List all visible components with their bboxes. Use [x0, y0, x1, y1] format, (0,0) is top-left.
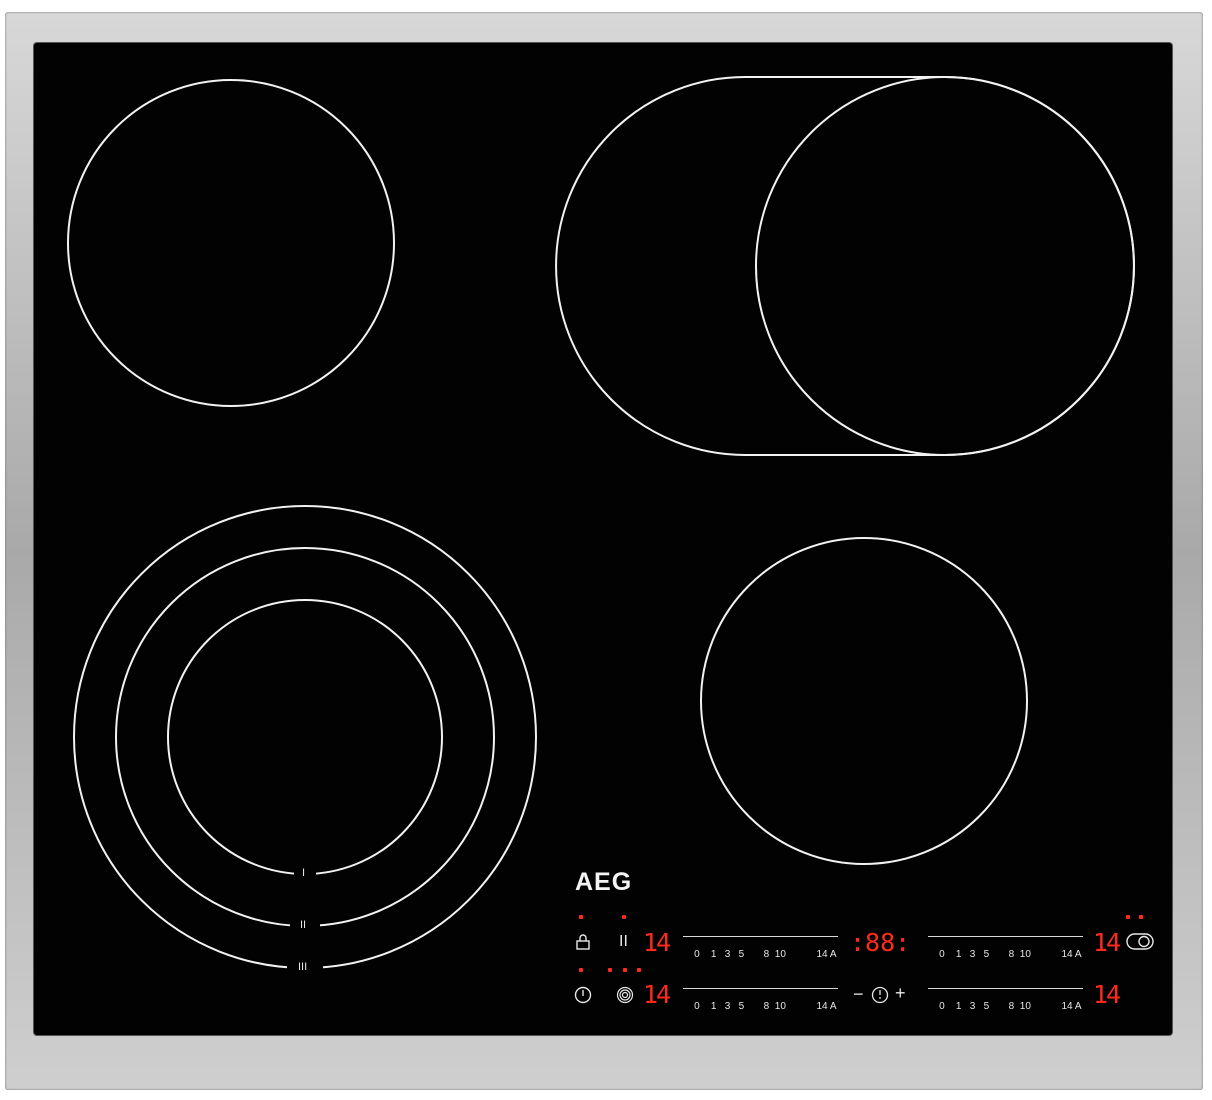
- ring-mark-middle: II: [300, 919, 307, 931]
- zone-rear-left: [67, 79, 395, 407]
- timer-minus-button[interactable]: −: [853, 985, 864, 1003]
- lock-icon[interactable]: [575, 934, 591, 950]
- power-display-rear-right: 14: [1093, 928, 1121, 957]
- zone-rear-right-inner: [755, 76, 1135, 456]
- indicator-dot: [579, 915, 583, 919]
- zone-front-right: [700, 537, 1028, 865]
- power-slider-left-row2[interactable]: 0 1 3 5 8 10 14 A: [683, 988, 838, 1012]
- slider-scale: 0 1 3 5 8 10 14 A: [939, 1001, 1082, 1012]
- indicator-dot: [637, 968, 641, 972]
- zone-front-left-inner: [167, 599, 443, 875]
- cooking-zones: [67, 76, 1135, 974]
- power-display-rear-left: 14: [643, 928, 671, 957]
- power-slider-left-row1[interactable]: 0 1 3 5 8 10 14 A: [683, 936, 838, 960]
- ring-zone-icon[interactable]: [616, 986, 634, 1004]
- indicator-dot: [623, 968, 627, 972]
- indicator-dot: [622, 915, 626, 919]
- indicator-dot: [1126, 915, 1130, 919]
- pause-button[interactable]: II: [619, 933, 628, 950]
- brand-logo: AEG: [575, 868, 633, 896]
- ring-mark-inner: I: [302, 867, 306, 879]
- slider-scale: 0 1 3 5 8 10 14 A: [694, 949, 837, 960]
- ring-mark-outer: III: [298, 961, 308, 973]
- indicator-dot: [608, 968, 612, 972]
- timer-clock-icon: [871, 986, 889, 1004]
- power-slider-right-row2[interactable]: 0 1 3 5 8 10 14 A: [928, 988, 1083, 1012]
- timer-plus-button[interactable]: +: [895, 984, 906, 1002]
- power-icon[interactable]: [574, 986, 592, 1004]
- slider-scale: 0 1 3 5 8 10 14 A: [939, 949, 1082, 960]
- timer-display: :88:: [850, 928, 911, 957]
- indicator-dot: [1139, 915, 1143, 919]
- oval-zone-icon[interactable]: [1126, 933, 1154, 950]
- zone-rear-right-extended: [555, 76, 1135, 456]
- power-display-front-right: 14: [1093, 980, 1121, 1009]
- indicator-dot: [579, 968, 583, 972]
- power-display-front-left: 14: [643, 980, 671, 1009]
- zone-front-left-outer: [73, 505, 537, 969]
- slider-scale: 0 1 3 5 8 10 14 A: [694, 1001, 837, 1012]
- power-slider-right-row1[interactable]: 0 1 3 5 8 10 14 A: [928, 936, 1083, 960]
